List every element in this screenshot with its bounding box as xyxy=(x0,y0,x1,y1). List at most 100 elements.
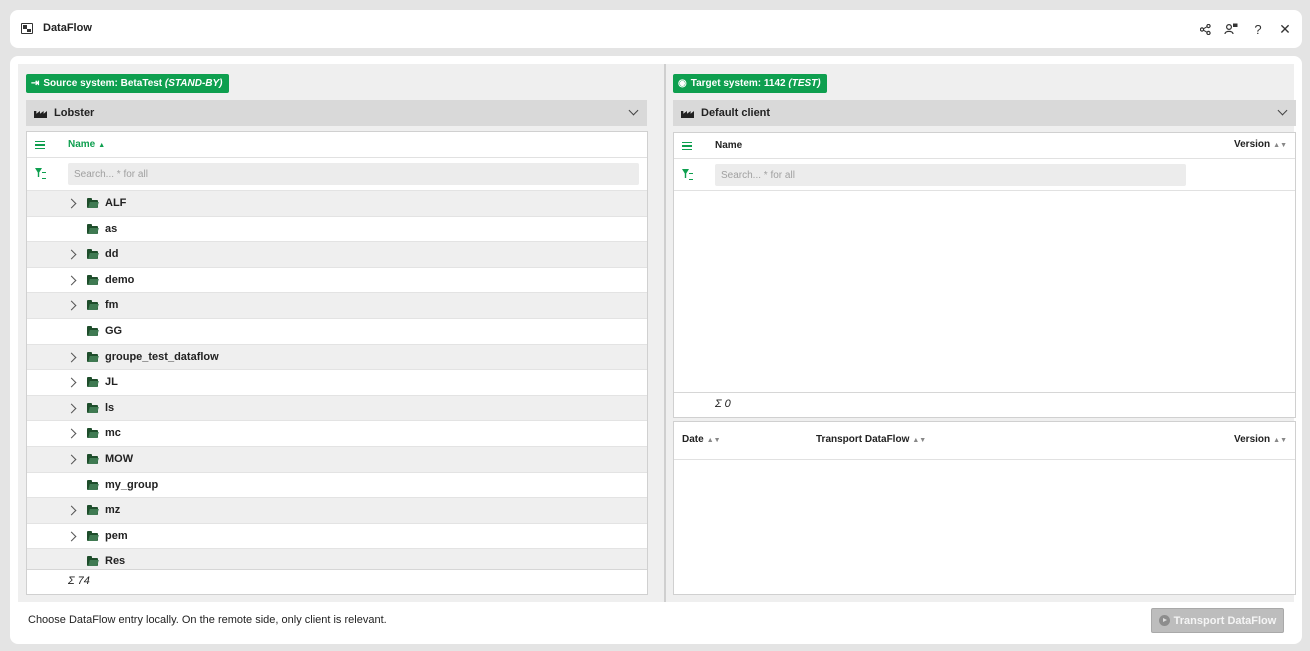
list-item[interactable]: as xyxy=(27,215,647,242)
list-item-label: groupe_test_dataflow xyxy=(105,350,219,363)
chevron-right-icon[interactable] xyxy=(66,377,77,388)
transport-button-label: Transport DataFlow xyxy=(1173,614,1277,627)
transport-dataflow-button[interactable]: Transport DataFlow xyxy=(1151,608,1284,633)
list-item-label: Res xyxy=(105,555,126,568)
target-system-label: Target system: 1142 xyxy=(690,78,786,89)
folder-open-icon xyxy=(87,274,98,285)
chevron-right-icon[interactable] xyxy=(66,505,77,516)
list-item-label: GG xyxy=(105,325,123,337)
chevron-right-icon[interactable] xyxy=(66,352,77,363)
chevron-right-icon[interactable] xyxy=(66,249,77,260)
list-item[interactable]: my_group xyxy=(27,471,647,498)
chevron-right-icon[interactable] xyxy=(66,198,77,209)
share-icon[interactable] xyxy=(1195,19,1215,39)
source-tree-panel: Name▲ ALF as dd demo fm GG groupe_test_dataflo… xyxy=(26,131,648,595)
list-item-label: MOW xyxy=(105,453,134,465)
target-system-badge: ◉ Target system: 1142 (TEST) xyxy=(673,74,827,93)
user-group-icon[interactable] xyxy=(1221,19,1241,39)
list-item[interactable]: groupe_test_dataflow xyxy=(27,343,647,370)
target-client-dropdown[interactable]: Default client xyxy=(673,100,1296,126)
window-title: DataFlow xyxy=(43,22,92,34)
list-item[interactable]: JL xyxy=(27,369,647,395)
folder-open-icon xyxy=(87,454,98,464)
list-item-label: ls xyxy=(105,401,115,414)
help-button[interactable]: ? xyxy=(1248,19,1268,39)
folder-open-icon xyxy=(87,326,98,336)
list-item[interactable]: MOW xyxy=(27,446,647,472)
source-sum-footer: Σ 74 xyxy=(27,569,647,594)
chevron-right-icon[interactable] xyxy=(66,300,77,311)
list-item[interactable]: fm xyxy=(27,292,647,319)
folder-open-icon xyxy=(87,530,98,541)
target-column-name[interactable]: Name xyxy=(715,140,742,151)
list-item-label: mz xyxy=(105,504,121,517)
source-client-label: Lobster xyxy=(54,107,95,119)
menu-icon[interactable] xyxy=(682,142,692,150)
panel-divider[interactable] xyxy=(664,64,666,602)
folder-open-icon xyxy=(87,402,98,413)
list-item-label: as xyxy=(105,222,118,235)
folder-open-icon xyxy=(87,223,98,234)
chevron-down-icon xyxy=(1277,105,1288,116)
list-item-label: mc xyxy=(105,427,121,440)
list-item[interactable]: mz xyxy=(27,497,647,524)
folder-open-icon xyxy=(87,351,98,362)
folder-open-icon xyxy=(87,428,98,439)
history-column-version[interactable]: Version ▲▼ xyxy=(1234,434,1287,445)
folder-open-icon xyxy=(87,249,98,260)
source-search-input[interactable] xyxy=(68,163,639,185)
chevron-right-icon[interactable] xyxy=(66,531,77,542)
list-item[interactable]: GG xyxy=(27,318,647,344)
list-item-label: fm xyxy=(105,299,119,312)
menu-icon[interactable] xyxy=(35,141,45,149)
list-item[interactable]: ALF xyxy=(27,190,647,216)
transport-history-panel: Date ▲▼ Transport DataFlow ▲▼ Version ▲▼ xyxy=(673,421,1296,595)
list-item-label: demo xyxy=(105,273,135,286)
folder-open-icon xyxy=(87,556,98,567)
source-table-header: Name ▲ xyxy=(27,132,647,158)
folder-open-icon xyxy=(87,505,98,516)
login-arrow-icon: ⇥ xyxy=(31,78,40,89)
target-client-label: Default client xyxy=(701,107,771,119)
list-item[interactable]: ls xyxy=(27,394,647,421)
list-item-label: pem xyxy=(105,529,128,542)
list-item-label: my_group xyxy=(105,478,159,491)
target-table-header: Name Version ▲▼ xyxy=(674,133,1295,159)
target-search-input[interactable] xyxy=(715,164,1186,186)
list-item[interactable]: mc xyxy=(27,420,647,446)
target-column-version[interactable]: Version ▲▼ xyxy=(1234,139,1287,150)
source-system-label: Source system: BetaTest xyxy=(43,78,163,89)
source-system-mode: (STAND-BY) xyxy=(164,78,223,89)
filter-icon[interactable] xyxy=(682,169,693,180)
play-icon xyxy=(1158,615,1170,626)
target-sum: Σ 0 xyxy=(715,398,731,410)
folder-open-icon xyxy=(87,300,98,311)
filter-icon[interactable] xyxy=(35,168,46,179)
app-icon xyxy=(21,23,33,34)
status-message: Choose DataFlow entry locally. On the re… xyxy=(28,614,387,626)
chevron-right-icon[interactable] xyxy=(66,454,77,465)
list-item-label: dd xyxy=(105,248,119,261)
chevron-down-icon xyxy=(628,105,639,116)
target-sum-footer: Σ 0 xyxy=(674,392,1295,417)
list-item[interactable]: pem xyxy=(27,522,647,549)
history-table-header: Date ▲▼ Transport DataFlow ▲▼ Version ▲▼ xyxy=(674,422,1295,460)
list-item-label: ALF xyxy=(105,197,127,209)
chevron-right-icon[interactable] xyxy=(66,428,77,439)
history-column-transport[interactable]: Transport DataFlow ▲▼ xyxy=(816,434,926,445)
close-button[interactable]: ✕ xyxy=(1275,19,1295,39)
target-icon: ◉ xyxy=(678,78,687,89)
source-sum: Σ 74 xyxy=(68,575,90,587)
list-item[interactable]: demo xyxy=(27,266,647,293)
factory-icon xyxy=(681,108,694,118)
main-card: ⇥ Source system: BetaTest (STAND-BY) Lob… xyxy=(10,56,1302,644)
folder-open-icon xyxy=(87,198,98,208)
target-filter-row xyxy=(674,159,1295,191)
chevron-right-icon[interactable] xyxy=(66,403,77,414)
title-bar: DataFlow ? ✕ xyxy=(10,10,1302,48)
list-item[interactable]: dd xyxy=(27,241,647,268)
column-name-header[interactable]: Name ▲ xyxy=(68,139,105,150)
chevron-right-icon[interactable] xyxy=(66,275,77,286)
history-column-date[interactable]: Date ▲▼ xyxy=(682,434,721,445)
source-client-dropdown[interactable]: Lobster xyxy=(26,100,647,126)
